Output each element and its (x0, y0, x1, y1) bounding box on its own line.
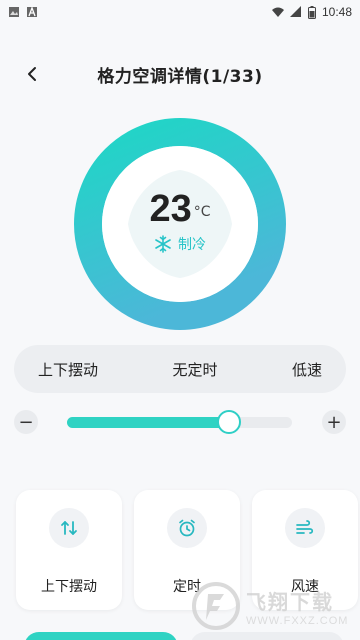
chevron-left-icon (28, 67, 36, 81)
temperature-slider-row: − + (14, 406, 346, 438)
card-icon-wrap (285, 508, 325, 548)
back-button[interactable] (18, 60, 46, 88)
battery-icon (307, 5, 316, 19)
status-bar: 10:48 (0, 0, 360, 24)
timer-setting[interactable]: 无定时 (172, 359, 217, 380)
status-bar-left (8, 6, 38, 18)
slider-track[interactable] (67, 410, 292, 434)
signal-icon (289, 6, 301, 17)
status-bar-right: 10:48 (271, 5, 352, 19)
alarm-clock-icon (179, 519, 195, 537)
fan-speed-setting[interactable]: 低速 (292, 359, 322, 380)
wifi-icon (271, 7, 284, 17)
snowflake-icon (155, 235, 171, 253)
wind-icon (296, 520, 314, 534)
a-notification-icon (27, 6, 37, 17)
slider-thumb[interactable] (217, 410, 241, 434)
watermark-logo-icon (192, 582, 240, 630)
temperature-unit: °C (193, 204, 211, 220)
mode-row: 制冷 (154, 234, 206, 254)
swing-setting[interactable]: 上下摆动 (38, 359, 98, 380)
settings-summary: 上下摆动 无定时 低速 (14, 345, 346, 393)
temperature-row: 23 °C (149, 188, 210, 230)
increase-button[interactable]: + (322, 410, 346, 434)
mode-label: 制冷 (178, 237, 206, 253)
watermark-big: 飞翔下载 (246, 589, 334, 614)
status-time: 10:48 (321, 5, 352, 19)
temperature-dial: 23 °C 制冷 (74, 118, 286, 330)
card-icon-wrap (49, 508, 89, 548)
watermark-text: 飞翔下载 WWW.FXXZ.COM (246, 586, 348, 627)
page-title: 格力空调详情(1/33) (97, 66, 263, 87)
dial-center: 23 °C 制冷 (74, 118, 286, 330)
power-button[interactable] (24, 632, 178, 640)
swing-card[interactable]: 上下摆动 (16, 490, 122, 610)
swing-card-label: 上下摆动 (41, 579, 97, 595)
card-icon-wrap (167, 508, 207, 548)
header: 格力空调详情(1/33) (0, 56, 360, 92)
swing-arrows-icon (61, 521, 77, 535)
watermark: 飞翔下载 WWW.FXXZ.COM (190, 572, 360, 640)
slider-fill (67, 417, 229, 428)
temperature-value: 23 (149, 188, 192, 230)
decrease-button[interactable]: − (14, 410, 38, 434)
watermark-small: WWW.FXXZ.COM (246, 614, 349, 627)
image-icon (9, 7, 19, 17)
